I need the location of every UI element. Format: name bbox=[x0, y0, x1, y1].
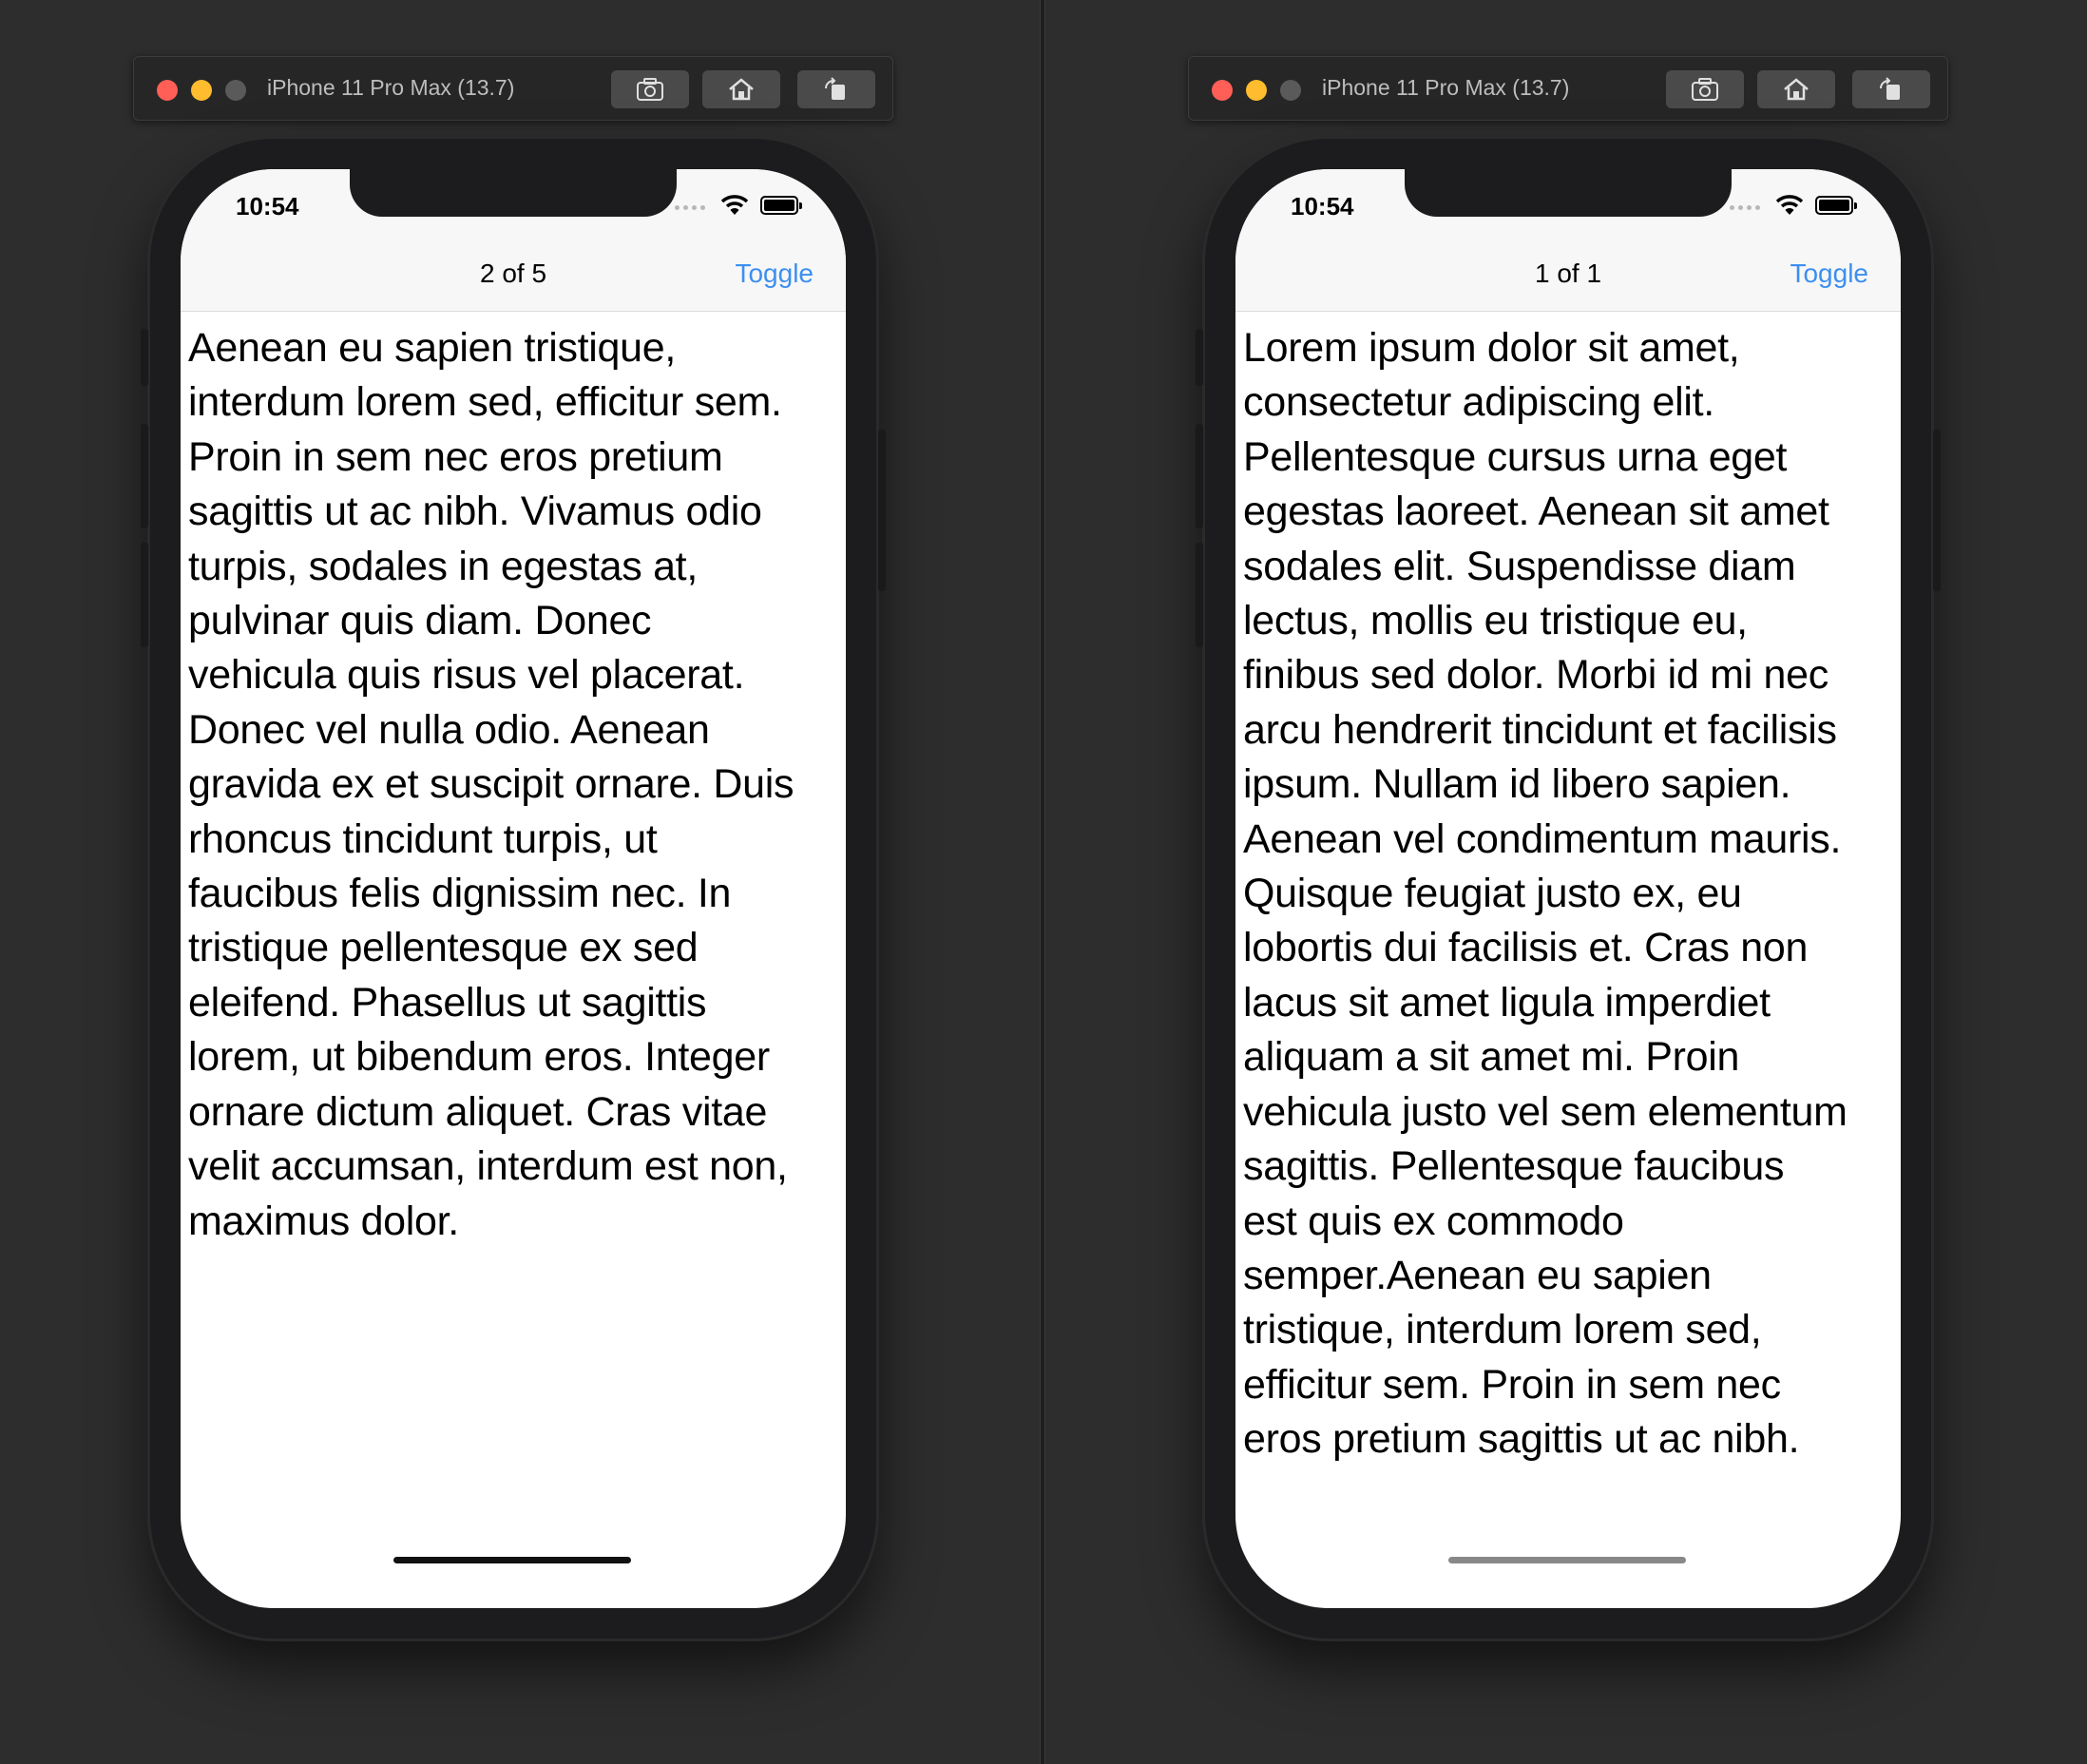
simulator-window-right: iPhone 11 Pro Max (13.7) 10:54 1 of 1 To bbox=[1188, 0, 1948, 1764]
mute-switch bbox=[141, 329, 148, 386]
volume-down-button bbox=[141, 543, 148, 647]
power-button bbox=[878, 430, 886, 591]
rotate-icon bbox=[825, 77, 845, 100]
wifi-icon bbox=[720, 195, 749, 215]
simulator-title-bar[interactable]: iPhone 11 Pro Max (13.7) bbox=[133, 56, 893, 121]
volume-up-button bbox=[141, 424, 148, 528]
mute-switch bbox=[1196, 329, 1203, 386]
signal-icon bbox=[1730, 205, 1760, 210]
close-window-button[interactable] bbox=[1212, 80, 1233, 101]
device-frame: 10:54 2 of 5 Toggle Aenean eu sapien tri… bbox=[141, 139, 886, 1639]
rotate-button[interactable] bbox=[1852, 70, 1930, 108]
device-name: iPhone 11 Pro Max (13.7) bbox=[267, 75, 515, 100]
signal-icon bbox=[675, 205, 705, 210]
zoom-window-button[interactable] bbox=[225, 80, 246, 101]
home-icon bbox=[1784, 78, 1809, 101]
window-divider[interactable] bbox=[1040, 0, 1045, 1764]
simulator-title-bar[interactable]: iPhone 11 Pro Max (13.7) bbox=[1188, 56, 1948, 121]
home-button[interactable] bbox=[1757, 70, 1835, 108]
close-window-button[interactable] bbox=[157, 80, 178, 101]
volume-down-button bbox=[1196, 543, 1203, 647]
rotate-icon bbox=[1880, 77, 1900, 100]
home-icon bbox=[729, 78, 754, 101]
zoom-window-button[interactable] bbox=[1280, 80, 1301, 101]
notch bbox=[1405, 169, 1732, 217]
screenshot-button[interactable] bbox=[1666, 70, 1744, 108]
notch bbox=[350, 169, 677, 217]
minimize-window-button[interactable] bbox=[1246, 80, 1267, 101]
screenshot-icon bbox=[637, 78, 663, 101]
home-indicator[interactable] bbox=[393, 1557, 631, 1563]
battery-icon bbox=[760, 196, 802, 215]
status-bar-icons bbox=[1730, 194, 1863, 219]
home-indicator[interactable] bbox=[1448, 1557, 1686, 1563]
battery-icon bbox=[1815, 196, 1857, 215]
simulator-window-left: iPhone 11 Pro Max (13.7) 10:54 2 of 5 To bbox=[133, 0, 893, 1764]
wifi-icon bbox=[1775, 195, 1804, 215]
status-bar-icons bbox=[675, 194, 808, 219]
device-frame: 10:54 1 of 1 Toggle Lorem ipsum dolor si… bbox=[1196, 139, 1941, 1639]
device-screen: 10:54 2 of 5 Toggle Aenean eu sapien tri… bbox=[181, 169, 846, 1608]
home-button[interactable] bbox=[702, 70, 780, 108]
volume-up-button bbox=[1196, 424, 1203, 528]
power-button bbox=[1933, 430, 1941, 591]
reader-text-view[interactable]: Lorem ipsum dolor sit amet, consectetur … bbox=[1243, 321, 1899, 1462]
status-bar-time: 10:54 bbox=[236, 192, 299, 220]
device-screen: 10:54 1 of 1 Toggle Lorem ipsum dolor si… bbox=[1235, 169, 1901, 1608]
screenshot-icon bbox=[1692, 78, 1718, 101]
toggle-button[interactable]: Toggle bbox=[735, 259, 814, 289]
rotate-button[interactable] bbox=[797, 70, 875, 108]
reader-text-view[interactable]: Aenean eu sapien tristique, interdum lor… bbox=[188, 321, 844, 1462]
toggle-button[interactable]: Toggle bbox=[1790, 259, 1868, 289]
device-name: iPhone 11 Pro Max (13.7) bbox=[1322, 75, 1570, 100]
status-bar-time: 10:54 bbox=[1291, 192, 1354, 220]
screenshot-button[interactable] bbox=[611, 70, 689, 108]
minimize-window-button[interactable] bbox=[191, 80, 212, 101]
